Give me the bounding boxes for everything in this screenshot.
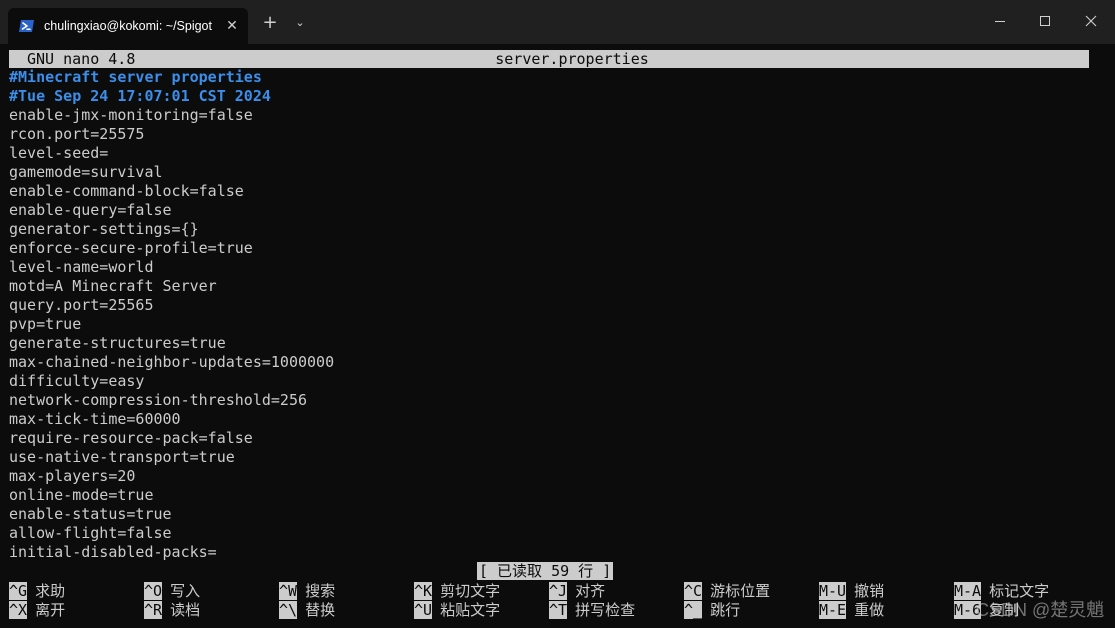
- file-line[interactable]: motd=A Minecraft Server: [9, 277, 1099, 296]
- title-bar: chulingxiao@kokomi: ~/Spigot ✕ + ⌄: [0, 0, 1115, 44]
- shortcut-item: ^\ 替换: [279, 601, 335, 620]
- shortcut-item: ^J 对齐: [549, 582, 605, 601]
- chevron-down-icon[interactable]: ⌄: [290, 12, 310, 34]
- file-line[interactable]: level-seed=: [9, 144, 1099, 163]
- shortcut-item: ^R 读档: [144, 601, 200, 620]
- file-content[interactable]: #Minecraft server properties #Tue Sep 24 …: [9, 68, 1099, 562]
- shortcut-label: 对齐: [575, 582, 606, 600]
- shortcut-key: ^\: [279, 601, 298, 619]
- maximize-button[interactable]: [1030, 10, 1060, 32]
- shortcut-item: ^T 拼写检查: [549, 601, 635, 620]
- file-line[interactable]: #Tue Sep 24 17:07:01 CST 2024: [9, 87, 1099, 106]
- file-line[interactable]: max-chained-neighbor-updates=1000000: [9, 353, 1099, 372]
- status-message: [ 已读取 59 行 ]: [477, 562, 614, 580]
- close-icon: [1085, 15, 1097, 27]
- file-line[interactable]: require-resource-pack=false: [9, 429, 1099, 448]
- shortcut-label: 拼写检查: [575, 601, 636, 619]
- file-line[interactable]: enforce-secure-profile=true: [9, 239, 1099, 258]
- shortcut-item: ^X 离开: [9, 601, 65, 620]
- shortcut-item: M-E 重做: [819, 601, 884, 620]
- shortcut-key: M-E: [819, 601, 847, 619]
- file-line[interactable]: rcon.port=25575: [9, 125, 1099, 144]
- shortcut-label: 剪切文字: [440, 582, 501, 600]
- file-line[interactable]: enable-status=true: [9, 505, 1099, 524]
- watermark: CSDN @楚灵魈: [976, 600, 1105, 620]
- file-line[interactable]: max-players=20: [9, 467, 1099, 486]
- shortcut-key: ^_: [684, 601, 703, 619]
- shortcut-label: 写入: [170, 582, 201, 600]
- file-line[interactable]: online-mode=true: [9, 486, 1099, 505]
- shortcut-item: M-U 撤销: [819, 582, 884, 601]
- shortcut-label: 游标位置: [710, 582, 771, 600]
- shortcut-key: ^O: [144, 582, 163, 600]
- file-line[interactable]: pvp=true: [9, 315, 1099, 334]
- shortcut-label: 离开: [35, 601, 66, 619]
- maximize-icon: [1040, 16, 1050, 26]
- file-line[interactable]: use-native-transport=true: [9, 448, 1099, 467]
- file-line[interactable]: generator-settings={}: [9, 220, 1099, 239]
- shortcut-label: 求助: [35, 582, 66, 600]
- minimize-button[interactable]: [985, 10, 1015, 32]
- file-name: server.properties: [495, 50, 649, 68]
- file-line[interactable]: difficulty=easy: [9, 372, 1099, 391]
- shortcut-item: ^W 搜索: [279, 582, 335, 601]
- powershell-terminal-icon: [19, 20, 34, 32]
- file-line[interactable]: network-compression-threshold=256: [9, 391, 1099, 410]
- close-window-button[interactable]: [1076, 10, 1106, 32]
- file-line[interactable]: enable-command-block=false: [9, 182, 1099, 201]
- file-line[interactable]: level-name=world: [9, 258, 1099, 277]
- file-line[interactable]: max-tick-time=60000: [9, 410, 1099, 429]
- shortcut-key: ^X: [9, 601, 28, 619]
- file-line[interactable]: gamemode=survival: [9, 163, 1099, 182]
- shortcut-key: ^R: [144, 601, 163, 619]
- shortcut-item: ^O 写入: [144, 582, 200, 601]
- shortcut-key: ^W: [279, 582, 298, 600]
- file-line[interactable]: query.port=25565: [9, 296, 1099, 315]
- file-line[interactable]: enable-jmx-monitoring=false: [9, 106, 1099, 125]
- shortcut-item: ^_ 跳行: [684, 601, 740, 620]
- shortcut-key: ^C: [684, 582, 703, 600]
- shortcut-key: M-U: [819, 582, 847, 600]
- minimize-icon: [995, 21, 1005, 22]
- file-line[interactable]: enable-query=false: [9, 201, 1099, 220]
- shortcut-label: 跳行: [710, 601, 741, 619]
- file-line[interactable]: allow-flight=false: [9, 524, 1099, 543]
- shortcut-item: ^C 游标位置: [684, 582, 770, 601]
- shortcut-key: ^J: [549, 582, 568, 600]
- shortcut-label: 重做: [854, 601, 885, 619]
- shortcut-item: ^G 求助: [9, 582, 65, 601]
- new-tab-button[interactable]: +: [259, 12, 281, 34]
- close-tab-icon[interactable]: ✕: [222, 16, 242, 36]
- file-line[interactable]: #Minecraft server properties: [9, 68, 1099, 87]
- shortcut-label: 替换: [305, 601, 336, 619]
- terminal-tab[interactable]: chulingxiao@kokomi: ~/Spigot ✕: [8, 8, 248, 44]
- shortcut-key: ^U: [414, 601, 433, 619]
- shortcut-item: ^K 剪切文字: [414, 582, 500, 601]
- shortcut-key: ^K: [414, 582, 433, 600]
- shortcut-label: 读档: [170, 601, 201, 619]
- shortcut-key: ^G: [9, 582, 28, 600]
- file-line[interactable]: initial-disabled-packs=: [9, 543, 1099, 562]
- shortcut-label: 撤销: [854, 582, 885, 600]
- shortcut-label: 粘贴文字: [440, 601, 501, 619]
- tab-title: chulingxiao@kokomi: ~/Spigot: [44, 19, 212, 33]
- shortcut-item: ^U 粘贴文字: [414, 601, 500, 620]
- shortcut-key: ^T: [549, 601, 568, 619]
- shortcut-label: 搜索: [305, 582, 336, 600]
- nano-title-bar: GNU nano 4.8 server.properties: [9, 50, 1089, 68]
- file-line[interactable]: generate-structures=true: [9, 334, 1099, 353]
- terminal-area[interactable]: GNU nano 4.8 server.properties #Minecraf…: [0, 44, 1115, 628]
